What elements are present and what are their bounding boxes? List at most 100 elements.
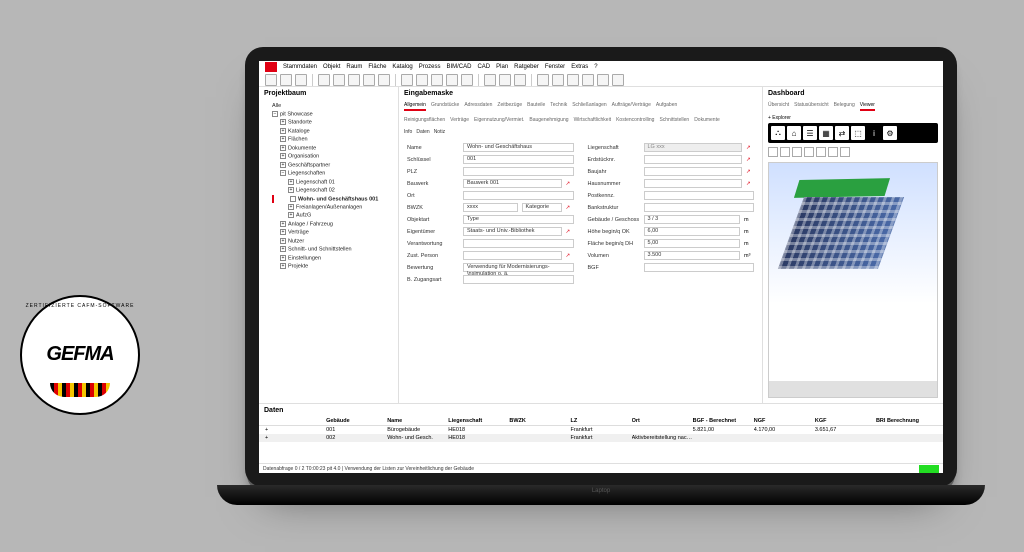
field-input[interactable]: Type — [463, 215, 574, 224]
menu-item[interactable]: CAD — [477, 64, 490, 70]
field-input[interactable]: xxxx — [463, 203, 518, 212]
column-header[interactable]: BWZK — [509, 418, 570, 424]
field-input[interactable] — [463, 239, 574, 248]
toolbar-button[interactable] — [431, 74, 443, 86]
tree-item[interactable]: +Liegenschaft 02 — [272, 186, 393, 194]
table-row[interactable]: +002Wohn- und Gesch.HE018FrankfurtAktivb… — [259, 434, 943, 442]
menu-item[interactable]: ? — [594, 64, 597, 70]
toolbar-button[interactable] — [567, 74, 579, 86]
tree-item[interactable]: −Liegenschaften — [272, 169, 393, 177]
tree-item[interactable]: +Dokumente — [272, 144, 393, 152]
field-input[interactable]: Verwendung für Modernisierungs-\nsimulat… — [463, 263, 574, 272]
field-input[interactable]: 001 — [463, 155, 574, 164]
field-input[interactable]: 5,00 — [644, 239, 741, 248]
tree-item[interactable]: +Liegenschaft 01 — [272, 178, 393, 186]
toolbar-button[interactable] — [280, 74, 292, 86]
link-icon[interactable]: ↗ — [746, 145, 754, 151]
toolbar-button[interactable] — [537, 74, 549, 86]
viewer-tool[interactable] — [816, 147, 826, 157]
tree-item[interactable]: +Nutzer — [272, 237, 393, 245]
tab[interactable]: Technik — [550, 102, 567, 111]
tab[interactable]: Eigennutzung/Vermiet. — [474, 117, 524, 123]
expand-icon[interactable]: + — [280, 162, 286, 168]
link-icon[interactable]: ↗ — [566, 205, 574, 211]
collapse-icon[interactable]: − — [272, 111, 278, 117]
tree-item[interactable]: +Einstellungen — [272, 254, 393, 262]
toolbar-button[interactable] — [378, 74, 390, 86]
link-icon[interactable]: ↗ — [566, 181, 574, 187]
menu-item[interactable]: Extras — [571, 64, 588, 70]
tab[interactable]: Verträge — [450, 117, 469, 123]
field-input[interactable] — [644, 263, 755, 272]
menu-item[interactable]: Ratgeber — [514, 64, 539, 70]
3d-viewport[interactable] — [768, 162, 938, 398]
expand-icon[interactable]: + — [288, 179, 294, 185]
column-header[interactable]: BRI Berechnung — [876, 418, 937, 424]
tree-item[interactable]: +Anlage / Fahrzeug — [272, 220, 393, 228]
tab[interactable]: Übersicht — [768, 102, 789, 111]
expand-icon[interactable]: + — [280, 136, 286, 142]
tab[interactable]: Viewer — [860, 102, 875, 111]
expand-icon[interactable]: + — [280, 119, 286, 125]
viewer-tool[interactable] — [792, 147, 802, 157]
tree-item[interactable]: +Projekte — [272, 262, 393, 270]
column-header[interactable]: Gebäude — [326, 418, 387, 424]
toolbar-button[interactable] — [597, 74, 609, 86]
expand-icon[interactable]: + — [288, 187, 294, 193]
field-input[interactable]: LG xxx — [644, 143, 743, 152]
expand-icon[interactable]: + — [280, 229, 286, 235]
tree-item[interactable]: Wohn- und Geschäftshaus 001 — [272, 195, 393, 203]
field-input[interactable] — [463, 275, 574, 284]
toolbar-button[interactable] — [499, 74, 511, 86]
tab[interactable]: Kostencontrolling — [616, 117, 654, 123]
project-tree[interactable]: Alle−pit Showcase+Standorte+Kataloge+Flä… — [259, 100, 398, 403]
tree-item[interactable]: −pit Showcase — [272, 110, 393, 118]
subtab[interactable]: Info — [404, 129, 412, 135]
tree-item[interactable]: +Schnitt- und Schnittstellen — [272, 245, 393, 253]
tab[interactable]: Baugenehmigung — [529, 117, 568, 123]
toolbar-button[interactable] — [401, 74, 413, 86]
column-header[interactable]: LZ — [570, 418, 631, 424]
menu-item[interactable]: BIM/CAD — [446, 64, 471, 70]
data-grid[interactable]: GebäudeNameLiegenschaftBWZKLZOrtBGF - Be… — [259, 417, 943, 442]
tab[interactable]: Wirtschaftlichkeit — [574, 117, 612, 123]
tab[interactable]: Bauteile — [527, 102, 545, 111]
viewer-tool[interactable] — [804, 147, 814, 157]
tab[interactable]: Allgemein — [404, 102, 426, 111]
toolbar-button[interactable] — [514, 74, 526, 86]
column-header[interactable]: KGF — [815, 418, 876, 424]
field-input[interactable] — [644, 203, 755, 212]
menu-item[interactable]: Fenster — [545, 64, 565, 70]
expand-icon[interactable]: + — [288, 212, 294, 218]
menu-item[interactable]: Katalog — [392, 64, 412, 70]
toolbar-button[interactable] — [318, 74, 330, 86]
tree-item[interactable]: Alle — [272, 102, 393, 110]
tab[interactable]: Zeitbezüge — [497, 102, 522, 111]
column-header[interactable]: Ort — [632, 418, 693, 424]
field-input[interactable] — [463, 167, 574, 176]
field-extra[interactable]: Kategorie — [522, 203, 562, 212]
tree-item[interactable]: +Freianlagen/Außenanlagen — [272, 203, 393, 211]
link-icon[interactable]: ↗ — [566, 229, 574, 235]
menu-item[interactable]: Raum — [346, 64, 362, 70]
tab[interactable]: Schnittstellen — [659, 117, 689, 123]
column-header[interactable]: Liegenschaft — [448, 418, 509, 424]
tree-item[interactable]: +Geschäftspartner — [272, 161, 393, 169]
viewer-home-icon[interactable]: ⌂ — [787, 126, 801, 140]
toolbar-button[interactable] — [582, 74, 594, 86]
menu-item[interactable]: Prozess — [419, 64, 441, 70]
table-row[interactable]: +001BürogebäudeHE018Frankfurt5.821,004.1… — [259, 426, 943, 434]
tree-item[interactable]: +Kataloge — [272, 127, 393, 135]
viewer-box-icon[interactable]: ⬚ — [851, 126, 865, 140]
column-header[interactable]: BGF - Berechnet — [693, 418, 754, 424]
tree-item[interactable]: +Organisation — [272, 152, 393, 160]
link-icon[interactable]: ↗ — [746, 157, 754, 163]
toolbar-button[interactable] — [461, 74, 473, 86]
field-input[interactable] — [463, 191, 574, 200]
menu-item[interactable]: Plan — [496, 64, 508, 70]
toolbar-button[interactable] — [333, 74, 345, 86]
field-input[interactable]: 6,00 — [644, 227, 741, 236]
subtab[interactable]: Daten — [416, 129, 429, 135]
tab[interactable]: Dokumente — [694, 117, 720, 123]
expand-icon[interactable]: + — [280, 246, 286, 252]
